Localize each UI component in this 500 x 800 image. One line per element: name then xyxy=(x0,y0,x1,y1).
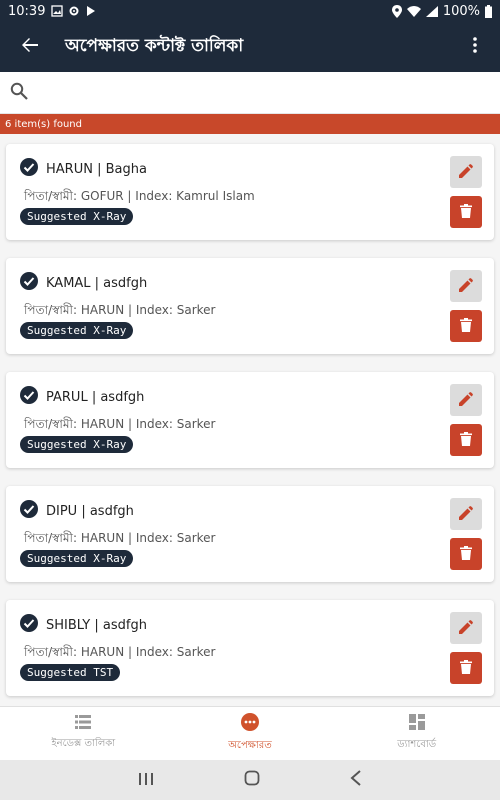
back-nav-button[interactable] xyxy=(350,770,362,790)
contact-card[interactable]: DIPU | asdfgh পিতা/স্বামী: HARUN | Index… xyxy=(6,486,494,582)
contact-card[interactable]: SHIBLY | asdfgh পিতা/স্বামী: HARUN | Ind… xyxy=(6,600,494,696)
system-navigation xyxy=(0,760,500,800)
pencil-icon xyxy=(459,505,473,524)
contact-parent-index: পিতা/স্বামী: GOFUR | Index: Kamrul Islam xyxy=(24,189,255,203)
play-store-icon xyxy=(85,5,97,17)
delete-button[interactable] xyxy=(450,196,482,228)
app-bar: অপেক্ষারত কন্টাক্ট তালিকা xyxy=(0,22,500,72)
check-circle-icon xyxy=(20,272,38,294)
edit-button[interactable] xyxy=(450,156,482,188)
more-vert-icon xyxy=(473,37,477,57)
nav-label: অপেক্ষারত xyxy=(228,739,272,751)
status-bar: 10:39 100% xyxy=(0,0,500,22)
suggestion-badge: Suggested X-Ray xyxy=(20,550,134,567)
gallery-icon xyxy=(51,5,64,17)
pencil-icon xyxy=(459,277,473,296)
contact-card[interactable]: PARUL | asdfgh পিতা/স্বামী: HARUN | Inde… xyxy=(6,372,494,468)
page-title: অপেক্ষারত কন্টাক্ট তালিকা xyxy=(65,36,244,56)
suggestion-badge: Suggested X-Ray xyxy=(20,436,134,453)
more-circle-icon xyxy=(241,712,259,734)
contact-name: DIPU | asdfgh xyxy=(46,503,134,519)
bottom-navigation: ইনডেক্স তালিকা অপেক্ষারত ড্যাশবোর্ড xyxy=(0,706,500,760)
home-button[interactable] xyxy=(244,770,260,790)
delete-button[interactable] xyxy=(450,310,482,342)
search-bar xyxy=(0,72,500,114)
nav-label: ড্যাশবোর্ড xyxy=(397,738,437,750)
edit-button[interactable] xyxy=(450,270,482,302)
edit-button[interactable] xyxy=(450,612,482,644)
contact-parent-index: পিতা/স্বামী: HARUN | Index: Sarker xyxy=(24,645,216,659)
nav-index-list[interactable]: ইনডেক্স তালিকা xyxy=(0,707,167,760)
contact-parent-index: পিতা/স্বামী: HARUN | Index: Sarker xyxy=(24,531,216,545)
trash-icon xyxy=(460,203,472,222)
pencil-icon xyxy=(459,163,473,182)
check-circle-icon xyxy=(20,386,38,408)
battery-icon xyxy=(485,4,492,18)
contact-name: KAMAL | asdfgh xyxy=(46,275,148,291)
trash-icon xyxy=(460,431,472,450)
settings-icon xyxy=(68,5,80,17)
contact-parent-index: পিতা/স্বামী: HARUN | Index: Sarker xyxy=(24,303,216,317)
contact-name: PARUL | asdfgh xyxy=(46,389,145,405)
contact-card[interactable]: HARUN | Bagha পিতা/স্বামী: GOFUR | Index… xyxy=(6,144,494,240)
contact-list: HARUN | Bagha পিতা/স্বামী: GOFUR | Index… xyxy=(0,134,500,706)
search-input[interactable] xyxy=(38,83,490,102)
battery-text: 100% xyxy=(442,3,480,19)
check-circle-icon xyxy=(20,614,38,636)
suggestion-badge: Suggested X-Ray xyxy=(20,322,134,339)
check-circle-icon xyxy=(20,500,38,522)
suggestion-badge: Suggested X-Ray xyxy=(20,208,134,225)
results-count-bar: 6 item(s) found xyxy=(0,114,500,134)
arrow-back-icon xyxy=(21,36,39,58)
overflow-menu-button[interactable] xyxy=(450,22,500,72)
recents-button[interactable] xyxy=(138,771,154,790)
check-circle-icon xyxy=(20,158,38,180)
status-time: 10:39 xyxy=(8,3,46,19)
delete-button[interactable] xyxy=(450,652,482,684)
trash-icon xyxy=(460,545,472,564)
nav-pending[interactable]: অপেক্ষারত xyxy=(167,707,334,760)
contact-card[interactable]: KAMAL | asdfgh পিতা/স্বামী: HARUN | Inde… xyxy=(6,258,494,354)
pencil-icon xyxy=(459,619,473,638)
back-button[interactable] xyxy=(0,22,60,72)
nav-label: ইনডেক্স তালিকা xyxy=(51,737,116,749)
results-count: 6 item(s) found xyxy=(5,118,82,130)
contact-name: HARUN | Bagha xyxy=(46,161,147,177)
trash-icon xyxy=(460,317,472,336)
contact-name: SHIBLY | asdfgh xyxy=(46,617,147,633)
edit-button[interactable] xyxy=(450,384,482,416)
delete-button[interactable] xyxy=(450,538,482,570)
edit-button[interactable] xyxy=(450,498,482,530)
trash-icon xyxy=(460,659,472,678)
contact-parent-index: পিতা/স্বামী: HARUN | Index: Sarker xyxy=(24,417,216,431)
signal-icon xyxy=(425,5,438,17)
pencil-icon xyxy=(459,391,473,410)
dashboard-icon xyxy=(408,713,425,733)
wifi-icon xyxy=(406,5,421,17)
delete-button[interactable] xyxy=(450,424,482,456)
nav-dashboard[interactable]: ড্যাশবোর্ড xyxy=(333,707,500,760)
search-icon xyxy=(10,82,28,104)
location-icon xyxy=(391,4,402,18)
suggestion-badge: Suggested TST xyxy=(20,664,121,681)
list-icon xyxy=(75,714,92,732)
